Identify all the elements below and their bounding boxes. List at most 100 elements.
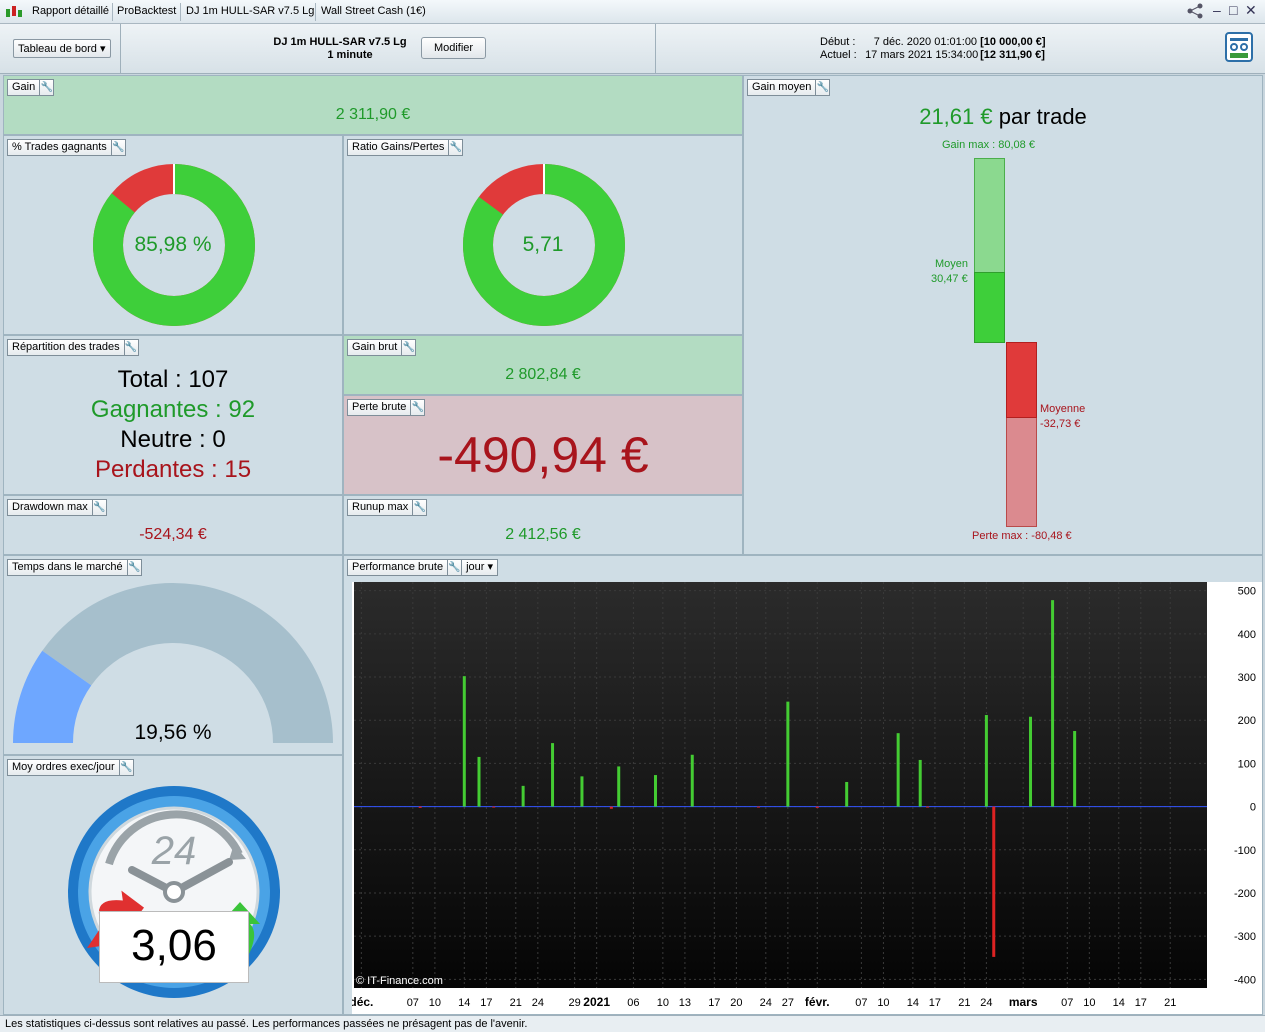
x-tick-label: 10 bbox=[877, 997, 889, 1009]
x-tick-label: 10 bbox=[1083, 997, 1095, 1009]
orders-panel: Moy ordres exec/jour 🔧 24 3,06 bbox=[3, 755, 343, 1015]
x-tick-label: 2021 bbox=[583, 995, 610, 1009]
close-icon[interactable]: ✕ bbox=[1245, 2, 1257, 19]
wrench-icon[interactable]: 🔧 bbox=[401, 340, 415, 355]
avg-gain-suffix: par trade bbox=[998, 104, 1087, 129]
chart-bar bbox=[653, 775, 657, 807]
x-tick-label: 06 bbox=[627, 997, 639, 1009]
time-in-market-value: 19,56 % bbox=[134, 721, 212, 744]
maximize-icon[interactable]: □ bbox=[1229, 2, 1237, 18]
x-tick-label: 13 bbox=[679, 997, 691, 1009]
wrench-icon[interactable]: 🔧 bbox=[91, 500, 106, 515]
avg-pos-value: 30,47 € bbox=[931, 273, 968, 285]
gross-gain-title: Gain brut 🔧 bbox=[347, 339, 417, 356]
start-capital: [10 000,00 €] bbox=[980, 36, 1046, 48]
dashboard-dropdown[interactable]: Tableau de bord ▾ bbox=[13, 39, 111, 58]
drawdown-panel: Drawdown max 🔧 -524,34 € bbox=[3, 495, 343, 555]
gauge-remaining-arc bbox=[42, 583, 334, 743]
wrench-icon[interactable]: 🔧 bbox=[118, 760, 133, 775]
current-row: Actuel : 17 mars 2021 15:34:00 [12 311,9… bbox=[820, 49, 1045, 61]
win-pct-title: % Trades gagnants 🔧 bbox=[7, 139, 126, 156]
x-tick-label: 14 bbox=[458, 997, 470, 1009]
dist-loss-label: Perdantes : bbox=[94, 456, 218, 483]
gross-gain-title-label: Gain brut bbox=[352, 341, 398, 353]
x-tick-label: 21 bbox=[958, 997, 970, 1009]
period-dropdown[interactable]: jour ▾ bbox=[461, 560, 497, 575]
gross-gain-value: 2 802,84 € bbox=[505, 366, 581, 383]
max-gain-label: Gain max : 80,08 € bbox=[942, 139, 1035, 151]
runup-title: Runup max 🔧 bbox=[347, 499, 428, 516]
time-in-market-title: Temps dans le marché 🔧 bbox=[7, 559, 142, 576]
x-tick-label: 21 bbox=[1164, 997, 1176, 1009]
avg-gain-headline: 21,61 € par trade bbox=[744, 104, 1262, 130]
ratio-title-label: Ratio Gains/Pertes bbox=[352, 141, 445, 153]
drawdown-title-label: Drawdown max bbox=[12, 501, 88, 513]
ratio-panel: Ratio Gains/Pertes 🔧 5,71 bbox=[343, 135, 743, 335]
chart-bar bbox=[756, 806, 760, 808]
clock-label: 24 bbox=[151, 829, 197, 873]
minimize-icon[interactable]: – bbox=[1213, 2, 1221, 18]
runup-panel: Runup max 🔧 2 412,56 € bbox=[343, 495, 743, 555]
current-capital: [12 311,90 €] bbox=[980, 49, 1045, 61]
x-tick-label: 20 bbox=[730, 997, 742, 1009]
x-tick-label: 07 bbox=[1061, 997, 1073, 1009]
title-bar: Rapport détaillé ProBacktest DJ 1m HULL-… bbox=[0, 0, 1265, 24]
x-tick-label: 24 bbox=[760, 997, 772, 1009]
x-tick-label: 24 bbox=[532, 997, 544, 1009]
wrench-icon[interactable]: 🔧 bbox=[447, 560, 461, 575]
wrench-icon[interactable]: 🔧 bbox=[110, 140, 125, 155]
x-tick-label: févr. bbox=[805, 995, 830, 1009]
avg-neg-value: -32,73 € bbox=[1040, 418, 1081, 430]
dist-loss-row: Perdantes : 15 bbox=[4, 456, 342, 484]
x-tick-label: 10 bbox=[429, 997, 441, 1009]
ratio-title: Ratio Gains/Pertes 🔧 bbox=[347, 139, 464, 156]
y-tick-label: 400 bbox=[1238, 629, 1256, 641]
bar-avg-gain bbox=[974, 272, 1005, 343]
current-date: 17 mars 2021 15:34:00 bbox=[865, 49, 979, 61]
orders-value: 3,06 bbox=[131, 921, 217, 970]
chart-bar bbox=[1029, 716, 1033, 807]
x-tick-label: 07 bbox=[855, 997, 867, 1009]
report-settings-icon[interactable] bbox=[1225, 32, 1255, 67]
x-tick-label: 17 bbox=[1135, 997, 1147, 1009]
orders-title-label: Moy ordres exec/jour bbox=[12, 761, 115, 773]
wrench-icon[interactable]: 🔧 bbox=[815, 80, 829, 95]
chart-bar bbox=[462, 676, 466, 807]
chevron-down-icon: ▾ bbox=[99, 43, 106, 55]
report-header: Tableau de bord ▾ DJ 1m HULL-SAR v7.5 Lg… bbox=[0, 24, 1265, 74]
y-tick-label: 300 bbox=[1238, 672, 1256, 684]
share-icon[interactable] bbox=[1186, 2, 1204, 23]
x-tick-label: 27 bbox=[782, 997, 794, 1009]
chart-bar bbox=[845, 781, 849, 807]
distribution-panel: Répartition des trades 🔧 Total : 107 Gagn… bbox=[3, 335, 343, 495]
gain-panel: Gain 🔧 2 311,90 € bbox=[3, 75, 743, 135]
dist-neutral-row: Neutre : 0 bbox=[4, 426, 342, 454]
wrench-icon[interactable]: 🔧 bbox=[126, 560, 141, 575]
modify-button[interactable]: Modifier bbox=[421, 37, 486, 59]
tab-rapport-detaille[interactable]: Rapport détaillé bbox=[32, 5, 109, 17]
wrench-icon[interactable]: 🔧 bbox=[410, 400, 424, 415]
wrench-icon[interactable]: 🔧 bbox=[412, 500, 426, 515]
wrench-icon[interactable]: 🔧 bbox=[39, 80, 53, 95]
win-pct-title-label: % Trades gagnants bbox=[12, 141, 107, 153]
y-tick-label: 0 bbox=[1250, 802, 1256, 814]
tab-instrument[interactable]: Wall Street Cash (1€) bbox=[321, 5, 426, 17]
avg-pos-label: Moyen bbox=[935, 258, 969, 270]
chart-bar bbox=[551, 743, 555, 807]
dashboard-label: Tableau de bord bbox=[18, 43, 97, 55]
wrench-icon[interactable]: 🔧 bbox=[123, 340, 138, 355]
gain-title-label: Gain bbox=[12, 81, 36, 93]
chart-bar bbox=[992, 806, 996, 957]
chart-bar bbox=[492, 806, 496, 808]
distribution-title: Répartition des trades 🔧 bbox=[7, 339, 139, 356]
chart-bar bbox=[521, 785, 525, 807]
tab-strategy[interactable]: DJ 1m HULL-SAR v7.5 Lg bbox=[186, 5, 314, 17]
y-tick-label: 100 bbox=[1238, 758, 1256, 770]
tab-probacktest[interactable]: ProBacktest bbox=[117, 5, 176, 17]
dist-total-label: Total : bbox=[117, 366, 182, 393]
x-tick-label: 10 bbox=[657, 997, 669, 1009]
drawdown-value: -524,34 € bbox=[139, 526, 207, 543]
avg-gain-value: 21,61 € bbox=[919, 104, 993, 129]
wrench-icon[interactable]: 🔧 bbox=[448, 140, 462, 155]
distribution-title-label: Répartition des trades bbox=[12, 341, 120, 353]
